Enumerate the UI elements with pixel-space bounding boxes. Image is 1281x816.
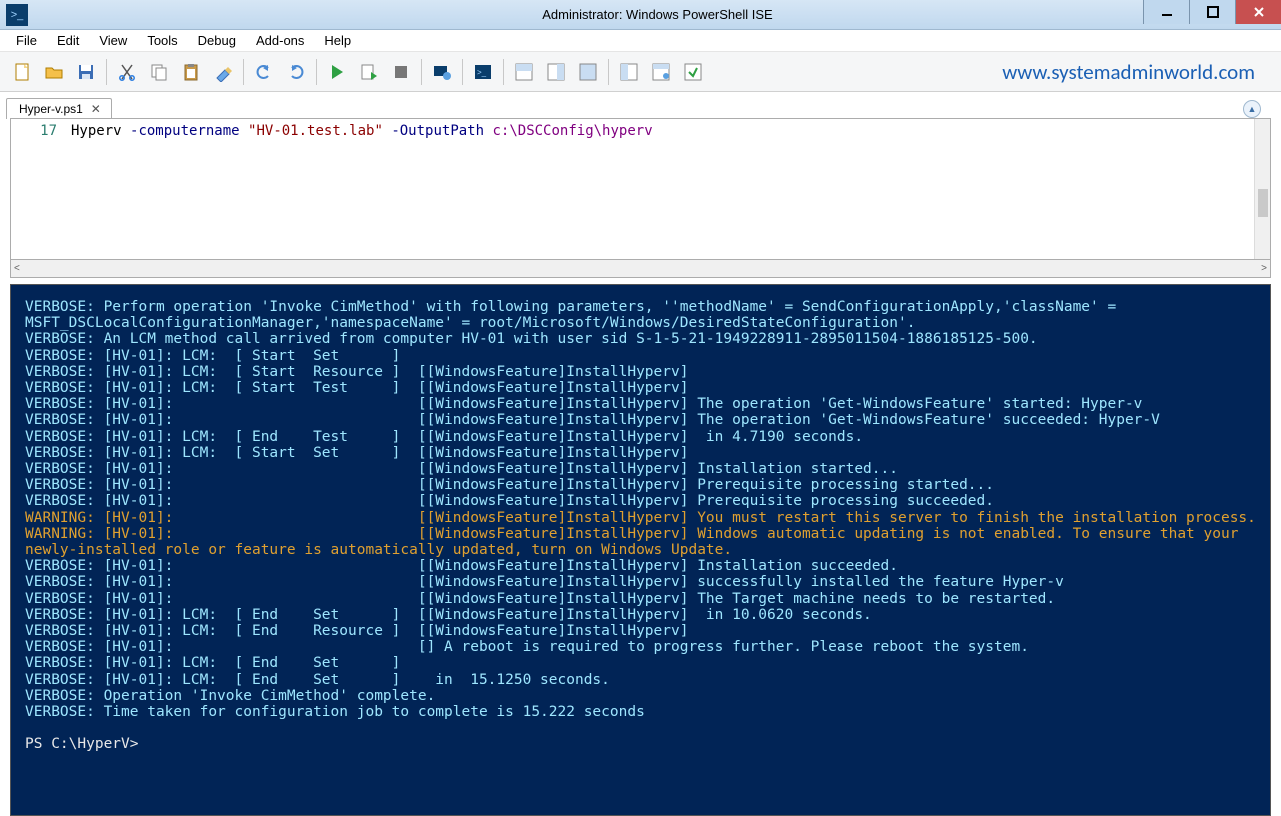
menu-edit[interactable]: Edit (47, 31, 89, 50)
cut-button[interactable] (111, 56, 143, 88)
show-command-button[interactable] (645, 56, 677, 88)
show-command-addon-button[interactable] (613, 56, 645, 88)
console-line: VERBOSE: [HV-01]: LCM: [ End Set ] (25, 655, 400, 671)
open-button[interactable] (38, 56, 70, 88)
console-line: VERBOSE: [HV-01]: [[WindowsFeature]Insta… (25, 461, 898, 477)
tab-label: Hyper-v.ps1 (19, 102, 83, 116)
maximize-button[interactable] (1189, 0, 1235, 24)
menu-file[interactable]: File (6, 31, 47, 50)
menu-debug[interactable]: Debug (188, 31, 246, 50)
clear-button[interactable] (207, 56, 239, 88)
console-prompt[interactable]: PS C:\HyperV> (25, 736, 147, 752)
menu-help[interactable]: Help (314, 31, 361, 50)
scroll-right-icon[interactable]: > (1261, 263, 1267, 274)
console-line: VERBOSE: [HV-01]: LCM: [ End Resource ] … (25, 623, 688, 639)
console-line: VERBOSE: Operation 'Invoke CimMethod' co… (25, 688, 435, 704)
powershell-tab-button[interactable]: >_ (467, 56, 499, 88)
title-bar: >_ Administrator: Windows PowerShell ISE (0, 0, 1281, 30)
console-line: VERBOSE: [HV-01]: [[WindowsFeature]Insta… (25, 493, 994, 509)
code-line: Hyperv -computername "HV-01.test.lab" -O… (71, 119, 653, 259)
editor-tab-strip: Hyper-v.ps1 ✕ ▲ (0, 92, 1281, 118)
brand-url: www.systemadminworld.com (1002, 59, 1255, 85)
console-line: VERBOSE: [HV-01]: LCM: [ Start Set ] [[W… (25, 445, 688, 461)
minimap[interactable] (1254, 119, 1270, 259)
paste-button[interactable] (175, 56, 207, 88)
copy-button[interactable] (143, 56, 175, 88)
console-line: WARNING: [HV-01]: [[WindowsFeature]Insta… (25, 526, 1247, 558)
console-line: VERBOSE: [HV-01]: [[WindowsFeature]Insta… (25, 591, 1055, 607)
save-button[interactable] (70, 56, 102, 88)
console-line: WARNING: [HV-01]: [[WindowsFeature]Insta… (25, 510, 1256, 526)
run-selection-button[interactable] (353, 56, 385, 88)
console-line: VERBOSE: Perform operation 'Invoke CimMe… (25, 299, 1125, 331)
console-line: VERBOSE: [HV-01]: [[WindowsFeature]Insta… (25, 412, 1160, 428)
stop-button[interactable] (385, 56, 417, 88)
console-line: VERBOSE: [HV-01]: [[WindowsFeature]Insta… (25, 477, 994, 493)
minimize-button[interactable] (1143, 0, 1189, 24)
remote-button[interactable] (426, 56, 458, 88)
intellisense-button[interactable] (677, 56, 709, 88)
console-line: VERBOSE: [HV-01]: LCM: [ Start Set ] (25, 348, 400, 364)
run-button[interactable] (321, 56, 353, 88)
toolbar: >_ www.systemadminworld.com (0, 52, 1281, 92)
console-line: VERBOSE: [HV-01]: LCM: [ Start Resource … (25, 364, 688, 380)
show-script-pane-right-button[interactable] (540, 56, 572, 88)
show-script-pane-top-button[interactable] (508, 56, 540, 88)
console-line: VERBOSE: [HV-01]: LCM: [ End Set ] in 15… (25, 672, 610, 688)
console-line: VERBOSE: [HV-01]: [] A reboot is require… (25, 639, 1029, 655)
console-line: VERBOSE: Time taken for configuration jo… (25, 704, 645, 720)
svg-text:>_: >_ (477, 68, 487, 77)
console-line: VERBOSE: [HV-01]: [[WindowsFeature]Insta… (25, 574, 1064, 590)
console-line: VERBOSE: [HV-01]: LCM: [ End Test ] [[Wi… (25, 429, 863, 445)
scroll-left-icon[interactable]: < (14, 263, 20, 274)
menu-view[interactable]: View (89, 31, 137, 50)
script-tab[interactable]: Hyper-v.ps1 ✕ (6, 98, 112, 119)
redo-button[interactable] (280, 56, 312, 88)
console-pane[interactable]: VERBOSE: Perform operation 'Invoke CimMe… (10, 284, 1271, 816)
console-line: VERBOSE: An LCM method call arrived from… (25, 331, 1038, 347)
window-title: Administrator: Windows PowerShell ISE (34, 7, 1281, 22)
menu-tools[interactable]: Tools (137, 31, 187, 50)
menu-addons[interactable]: Add-ons (246, 31, 314, 50)
expand-script-pane-icon[interactable]: ▲ (1243, 100, 1261, 118)
script-editor[interactable]: 17 Hyperv -computername "HV-01.test.lab"… (10, 118, 1271, 260)
close-button[interactable] (1235, 0, 1281, 24)
console-line: VERBOSE: [HV-01]: [[WindowsFeature]Insta… (25, 558, 898, 574)
line-number-gutter: 17 (11, 119, 71, 259)
app-icon: >_ (6, 4, 28, 26)
horizontal-scrollbar[interactable]: <> (10, 260, 1271, 278)
console-line: VERBOSE: [HV-01]: [[WindowsFeature]Insta… (25, 396, 1142, 412)
new-button[interactable] (6, 56, 38, 88)
window-buttons (1143, 0, 1281, 24)
console-line: VERBOSE: [HV-01]: LCM: [ End Set ] [[Win… (25, 607, 872, 623)
show-script-pane-max-button[interactable] (572, 56, 604, 88)
undo-button[interactable] (248, 56, 280, 88)
console-line: VERBOSE: [HV-01]: LCM: [ Start Test ] [[… (25, 380, 688, 396)
tab-close-icon[interactable]: ✕ (91, 102, 101, 116)
menu-bar: File Edit View Tools Debug Add-ons Help (0, 30, 1281, 52)
